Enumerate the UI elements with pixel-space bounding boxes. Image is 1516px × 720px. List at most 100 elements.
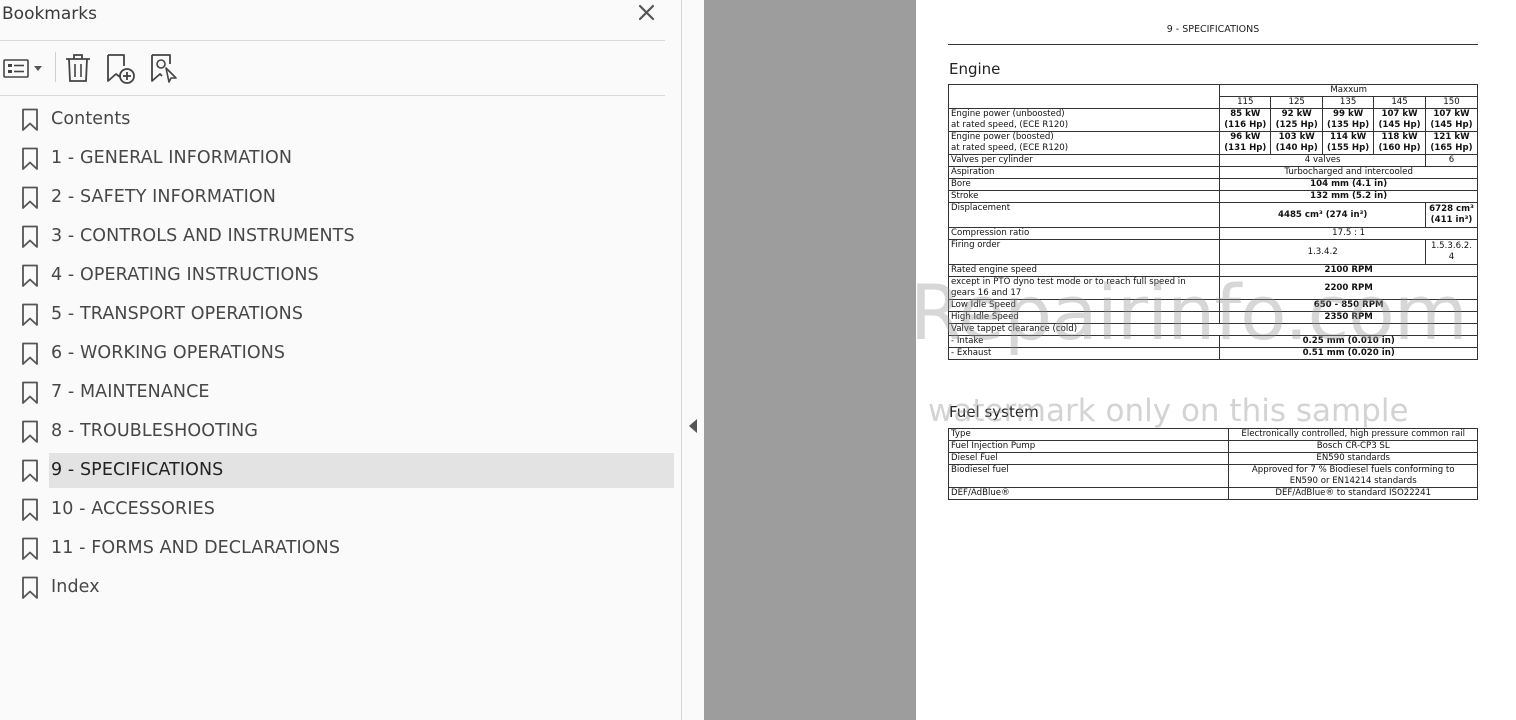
bookmark-icon <box>22 459 38 482</box>
value-cell: (145 Hp) <box>1430 120 1473 130</box>
row-label: gears 16 and 17 <box>951 288 1022 298</box>
value-cell: 114 kW <box>1330 132 1367 142</box>
value-cell: 4485 cm³ (274 in³) <box>1219 202 1426 228</box>
bookmark-item[interactable]: 3 - CONTROLS AND INSTRUMENTS <box>0 218 682 257</box>
value-cell: (411 in³) <box>1430 215 1473 225</box>
bookmark-item[interactable]: 11 - FORMS AND DECLARATIONS <box>0 530 682 569</box>
value-cell: 6728 cm³ <box>1429 204 1474 214</box>
close-panel-button[interactable] <box>636 2 658 24</box>
table-row: Low Idle Speed 650 - 850 RPM <box>947 299 1478 312</box>
row-label: - Exhaust <box>947 347 1221 360</box>
row-label: except in PTO dyno test mode or to reach… <box>951 277 1186 287</box>
row-label: Firing order <box>947 239 1221 265</box>
model-cell: 115 <box>1219 96 1272 109</box>
table-row: Aspiration Turbocharged and intercooled <box>947 166 1478 179</box>
bookmark-label: 10 - ACCESSORIES <box>51 499 215 519</box>
row-label: Engine power (unboosted) <box>951 109 1065 119</box>
value-cell: Turbocharged and intercooled <box>1219 166 1478 179</box>
value-cell: 104 mm (4.1 in) <box>1219 178 1478 191</box>
row-label: at rated speed, (ECE R120) <box>951 120 1069 130</box>
bookmark-item[interactable]: Contents <box>0 101 682 140</box>
bookmark-item[interactable]: 5 - TRANSPORT OPERATIONS <box>0 296 682 335</box>
table-row: Displacement 4485 cm³ (274 in³) 6728 cm³… <box>947 202 1479 228</box>
fuel-spec-table: Type Electronically controlled, high pre… <box>947 428 1478 500</box>
bookmark-icon <box>22 264 38 287</box>
table-row: DEF/AdBlue® DEF/AdBlue® to standard ISO2… <box>947 487 1478 500</box>
row-label: High Idle Speed <box>947 311 1221 324</box>
value-cell: 17.5 : 1 <box>1219 227 1478 240</box>
bookmarks-panel: Bookmarks Contents 1 - GENERAL INFORMATI… <box>0 0 682 720</box>
value-cell: (145 Hp) <box>1378 120 1421 130</box>
bookmark-item[interactable]: 7 - MAINTENANCE <box>0 374 682 413</box>
collapse-panel-handle[interactable] <box>682 0 704 720</box>
value-cell: 85 kW <box>1230 109 1261 119</box>
row-label: Valve tappet clearance (cold) <box>948 323 1478 336</box>
engine-spec-table: Maxxum 115 125 135 145 150 Engine power … <box>947 84 1479 360</box>
table-row: High Idle Speed 2350 RPM <box>947 311 1478 324</box>
bookmarks-title: Bookmarks <box>2 4 97 24</box>
value-cell: DEF/AdBlue® to standard ISO22241 <box>1228 487 1478 500</box>
value-cell: Approved for 7 % Biodiesel fuels conform… <box>1251 465 1455 475</box>
delete-bookmark-button[interactable] <box>63 50 93 86</box>
row-label: Type <box>947 428 1230 441</box>
value-cell: Bosch CR-CP3 SL <box>1228 440 1478 453</box>
row-label: at rated speed, (ECE R120) <box>951 143 1069 153</box>
bookmark-label: 5 - TRANSPORT OPERATIONS <box>51 304 304 324</box>
row-label: Stroke <box>947 190 1221 203</box>
value-cell: EN590 standards <box>1228 452 1478 465</box>
bookmark-item[interactable]: 6 - WORKING OPERATIONS <box>0 335 682 374</box>
row-label: Aspiration <box>947 166 1221 179</box>
value-cell: 1.5.3.6.2. <box>1430 241 1472 251</box>
bookmark-item[interactable]: Index <box>0 569 682 608</box>
bookmark-label: 7 - MAINTENANCE <box>51 382 210 402</box>
bookmarks-toolbar <box>0 44 665 94</box>
bookmark-item[interactable]: 8 - TROUBLESHOOTING <box>0 413 682 452</box>
model-cell: 125 <box>1270 96 1324 109</box>
model-cell: 150 <box>1424 96 1479 109</box>
table-row: except in PTO dyno test mode or to reach… <box>947 276 1478 300</box>
row-label: Low Idle Speed <box>947 299 1221 312</box>
table-row: Valve tappet clearance (cold) <box>948 323 1478 336</box>
table-row: Engine power (boosted) at rated speed, (E… <box>947 131 1479 155</box>
value-cell: 1.3.4.2 <box>1219 239 1426 265</box>
value-cell: 107 kW <box>1433 109 1470 119</box>
bookmark-list: Contents 1 - GENERAL INFORMATION 2 - SAFET… <box>0 101 682 608</box>
value-cell: (155 Hp) <box>1327 143 1370 153</box>
table-row: - Exhaust 0.51 mm (0.020 in) <box>947 347 1478 360</box>
bookmark-label: 9 - SPECIFICATIONS <box>51 460 224 480</box>
document-page: 9 - SPECIFICATIONS Engine Maxxum 115 125… <box>916 0 1516 720</box>
bookmark-icon <box>22 420 38 443</box>
trash-icon <box>66 54 90 82</box>
bookmark-icon <box>22 186 38 209</box>
value-cell: (165 Hp) <box>1430 143 1473 153</box>
bookmark-item[interactable]: 9 - SPECIFICATIONS <box>0 452 682 491</box>
bookmark-item[interactable]: 2 - SAFETY INFORMATION <box>0 179 682 218</box>
bookmark-item[interactable]: 4 - OPERATING INSTRUCTIONS <box>0 257 682 296</box>
collapse-arrow-icon <box>689 419 697 433</box>
table-row: Rated engine speed 2100 RPM <box>947 264 1478 277</box>
value-cell: 2350 RPM <box>1219 311 1478 324</box>
bookmark-icon <box>22 147 38 170</box>
value-cell: 132 mm (5.2 in) <box>1219 190 1478 203</box>
options-menu-button[interactable] <box>2 50 46 86</box>
toolbar-divider <box>55 52 56 82</box>
bookmark-label: Contents <box>51 109 131 129</box>
row-label: - Intake <box>947 335 1221 348</box>
add-bookmark-button[interactable] <box>104 50 138 86</box>
model-cell: 135 <box>1322 96 1375 109</box>
bookmark-label: 11 - FORMS AND DECLARATIONS <box>51 538 341 558</box>
bookmark-label: 2 - SAFETY INFORMATION <box>51 187 276 207</box>
find-bookmark-button[interactable] <box>148 50 182 86</box>
list-options-icon <box>3 59 42 78</box>
bookmark-item[interactable]: 10 - ACCESSORIES <box>0 491 682 530</box>
model-cell: 145 <box>1373 96 1426 109</box>
bookmark-icon <box>22 303 38 326</box>
engine-section-title: Engine <box>949 60 1001 78</box>
value-cell: (131 Hp) <box>1224 143 1267 153</box>
table-row: Firing order 1.3.4.2 1.5.3.6.2. 4 <box>947 239 1479 265</box>
table-row: Compression ratio 17.5 : 1 <box>947 227 1478 240</box>
row-label: Valves per cylinder <box>947 154 1221 167</box>
row-label: Biodiesel fuel <box>947 464 1230 488</box>
value-cell: (160 Hp) <box>1378 143 1421 153</box>
bookmark-item[interactable]: 1 - GENERAL INFORMATION <box>0 140 682 179</box>
